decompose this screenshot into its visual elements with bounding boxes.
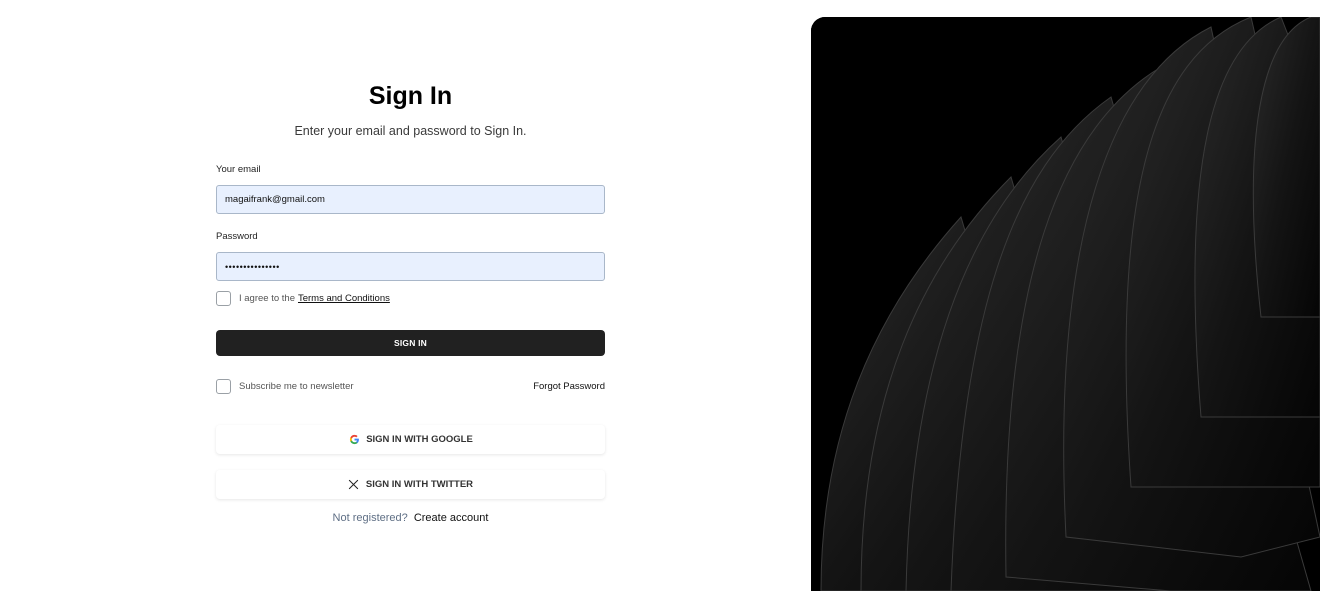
register-text: Not registered? (332, 512, 408, 524)
hero-image (811, 17, 1320, 591)
page-title: Sign In (368, 82, 453, 110)
newsletter-row: Subscribe me to newsletter (216, 379, 354, 394)
email-value: magaifrank@gmail.com (225, 194, 325, 205)
password-label: Password (216, 231, 258, 242)
password-value: ••••••••••••••• (225, 261, 280, 272)
create-account-link[interactable]: Create account (414, 512, 489, 524)
sign-in-button-label: SIGN IN (393, 338, 428, 348)
google-sign-in-button[interactable]: SIGN IN WITH GOOGLE (216, 425, 605, 454)
terms-checkbox[interactable] (216, 291, 231, 306)
x-twitter-icon (348, 479, 360, 491)
twitter-button-label: SIGN IN WITH TWITTER (365, 479, 474, 490)
sign-in-page: Sign In Enter your email and password to… (0, 0, 1320, 591)
google-button-label: SIGN IN WITH GOOGLE (366, 434, 473, 445)
sign-in-button[interactable]: SIGN IN (216, 330, 605, 356)
google-icon (348, 434, 360, 446)
newsletter-checkbox[interactable] (216, 379, 231, 394)
sign-in-form: Sign In Enter your email and password to… (216, 0, 605, 591)
terms-link[interactable]: Terms and Conditions (298, 293, 390, 304)
terms-row: I agree to the Terms and Conditions (216, 291, 390, 306)
email-field[interactable]: magaifrank@gmail.com (216, 185, 605, 214)
email-label: Your email (216, 164, 261, 175)
register-prompt: Not registered? Create account (216, 512, 605, 524)
newsletter-text: Subscribe me to newsletter (239, 381, 354, 392)
terms-text: I agree to the (239, 293, 295, 304)
page-subtitle: Enter your email and password to Sign In… (294, 124, 527, 138)
forgot-password-link[interactable]: Forgot Password (533, 381, 605, 392)
twitter-sign-in-button[interactable]: SIGN IN WITH TWITTER (216, 470, 605, 499)
abstract-ribbons-graphic (811, 17, 1320, 591)
password-field[interactable]: ••••••••••••••• (216, 252, 605, 281)
